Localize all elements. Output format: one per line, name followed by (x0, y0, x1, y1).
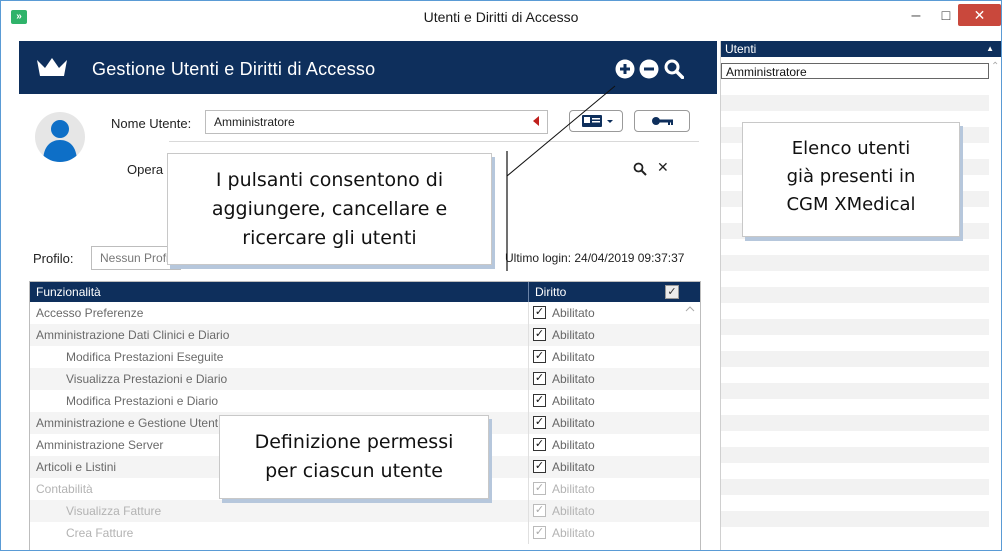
callout-users-line-1: Elenco utenti (791, 138, 911, 159)
callout-buttons-line-2: aggiungere, cancellare e (211, 198, 448, 220)
callout-users-line-3: CGM XMedical (786, 194, 916, 215)
application-window: » Utenti e Diritti di Accesso – ☐ ✕ Gest… (0, 0, 1002, 551)
annotation-lines (506, 85, 616, 271)
callout-permissions-line-2: per ciascun utente (265, 460, 443, 482)
callout-users-list: Elenco utenti già presenti in CGM XMedic… (742, 122, 960, 237)
callout-buttons-line-1: I pulsanti consentono di (215, 169, 444, 191)
callout-users-line-2: già presenti in (786, 166, 916, 187)
callout-permissions-line-1: Definizione permessi (254, 431, 454, 453)
callout-buttons: I pulsanti consentono di aggiungere, can… (167, 153, 492, 265)
callout-buttons-line-3: ricercare gli utenti (242, 227, 417, 249)
callout-permissions: Definizione permessi per ciascun utente (219, 415, 489, 499)
